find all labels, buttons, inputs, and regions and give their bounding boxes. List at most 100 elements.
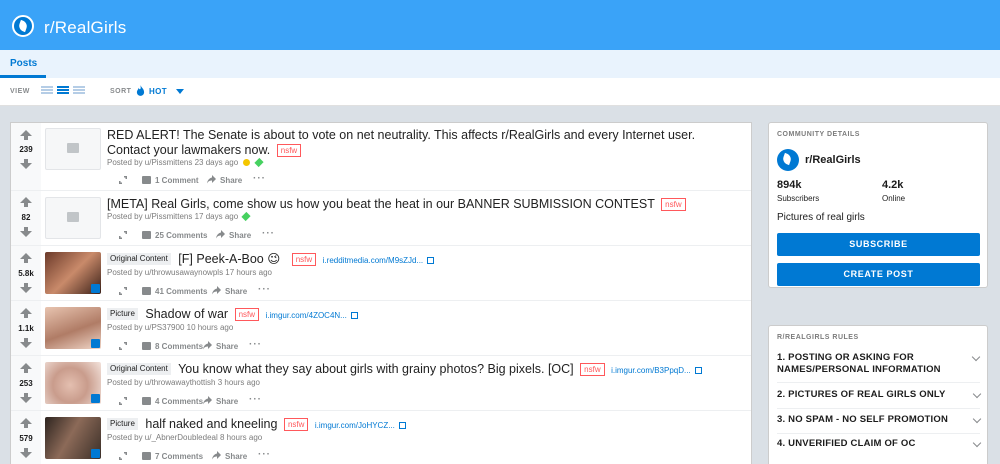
card-view-icon[interactable]: [41, 86, 53, 97]
upvote-icon[interactable]: [20, 308, 32, 318]
expand-icon[interactable]: [119, 287, 127, 295]
share-button[interactable]: Share: [220, 176, 242, 185]
community-logo-icon[interactable]: [777, 149, 799, 171]
post-flair[interactable]: Picture: [107, 418, 138, 430]
post-domain-link[interactable]: i.imgur.com/B3PpqD...: [611, 366, 691, 375]
external-link-icon[interactable]: [350, 312, 358, 319]
community-name[interactable]: r/RealGirls: [805, 154, 861, 166]
post-title[interactable]: You know what they say about girls with …: [178, 362, 574, 376]
more-options-icon[interactable]: ···: [258, 449, 271, 460]
create-post-button[interactable]: CREATE POST: [777, 263, 980, 286]
upvote-icon[interactable]: [20, 363, 32, 373]
more-options-icon[interactable]: ···: [258, 284, 271, 295]
text-post-thumbnail-icon[interactable]: [45, 128, 101, 170]
post-title[interactable]: [META] Real Girls, come show us how you …: [107, 197, 655, 211]
expand-icon[interactable]: [119, 176, 127, 184]
rule-item[interactable]: 3. NO SPAM - NO SELF PROMOTION: [777, 414, 982, 426]
post-title-block[interactable]: Original Content [F] Peek-A-Boo 😉 nsfw i…: [107, 252, 727, 268]
post-flair[interactable]: Original Content: [107, 253, 171, 265]
post-thumbnail[interactable]: [45, 252, 101, 294]
subreddit-logo-icon[interactable]: [12, 15, 34, 37]
post-title-block[interactable]: Picture Shadow of war nsfw i.imgur.com/4…: [107, 307, 727, 323]
vote-column: 1.1k: [11, 301, 41, 355]
upvote-icon[interactable]: [20, 253, 32, 263]
post-author-time[interactable]: Posted by u/throwusawaynowpls 17 hours a…: [107, 268, 272, 277]
expand-icon[interactable]: [119, 342, 127, 350]
chevron-down-icon[interactable]: [176, 89, 184, 94]
chevron-down-icon[interactable]: [972, 414, 982, 424]
more-options-icon[interactable]: ···: [249, 394, 262, 405]
post-thumbnail[interactable]: [45, 362, 101, 404]
rule-item[interactable]: 4. UNVERIFIED CLAIM OF OC: [777, 438, 982, 450]
classic-view-icon[interactable]: [57, 86, 69, 97]
post-domain-link[interactable]: i.redditmedia.com/M9sZJd...: [323, 256, 423, 265]
chevron-down-icon[interactable]: [972, 438, 982, 448]
more-options-icon[interactable]: ···: [253, 173, 266, 184]
external-link-icon[interactable]: [398, 422, 406, 429]
text-post-thumbnail-icon[interactable]: [45, 197, 101, 239]
post-thumbnail[interactable]: [45, 417, 101, 459]
comments-button[interactable]: 1 Comment: [155, 176, 199, 185]
share-button[interactable]: Share: [216, 397, 238, 406]
post-author-time[interactable]: Posted by u/PS37900 10 hours ago: [107, 323, 233, 332]
post-item[interactable]: 1.1k Picture Shadow of war nsfw i.imgur.…: [11, 301, 751, 356]
post-title-block[interactable]: RED ALERT! The Senate is about to vote o…: [107, 128, 727, 158]
post-title[interactable]: Shadow of war: [145, 307, 228, 321]
upvote-icon[interactable]: [20, 197, 32, 207]
subreddit-title[interactable]: r/RealGirls: [44, 18, 127, 38]
external-link-icon[interactable]: [427, 257, 435, 264]
post-author-time[interactable]: Posted by u/throwawaythottish 3 hours ag…: [107, 378, 260, 387]
comments-button[interactable]: 25 Comments: [155, 231, 207, 240]
post-title[interactable]: RED ALERT! The Senate is about to vote o…: [107, 128, 695, 157]
post-title[interactable]: [F] Peek-A-Boo 😉: [178, 252, 280, 266]
upvote-icon[interactable]: [20, 130, 32, 140]
expand-icon[interactable]: [119, 452, 127, 460]
vote-score: 82: [21, 213, 31, 222]
tab-posts[interactable]: Posts: [10, 58, 37, 69]
post-flair[interactable]: Original Content: [107, 363, 171, 375]
downvote-icon[interactable]: [20, 283, 32, 293]
downvote-icon[interactable]: [20, 448, 32, 458]
post-domain-link[interactable]: i.imgur.com/JoHYCZ...: [315, 421, 395, 430]
share-button[interactable]: Share: [225, 287, 247, 296]
post-thumbnail[interactable]: [45, 307, 101, 349]
post-flair[interactable]: Picture: [107, 308, 138, 320]
post-author-time[interactable]: Posted by u/Pissmittens 23 days ago: [107, 158, 238, 167]
post-item[interactable]: 253 Original Content You know what they …: [11, 356, 751, 411]
subscribe-button[interactable]: SUBSCRIBE: [777, 233, 980, 256]
share-button[interactable]: Share: [216, 342, 238, 351]
rule-item[interactable]: 2. PICTURES OF REAL GIRLS ONLY: [777, 389, 982, 401]
post-author-time[interactable]: Posted by u/Pissmittens 17 days ago: [107, 212, 238, 221]
chevron-down-icon[interactable]: [971, 352, 981, 362]
comments-button[interactable]: 4 Comments: [155, 397, 203, 406]
post-item[interactable]: 5.8k Original Content [F] Peek-A-Boo 😉 n…: [11, 246, 751, 301]
post-item[interactable]: 82 [META] Real Girls, come show us how y…: [11, 191, 751, 246]
comments-button[interactable]: 8 Comments: [155, 342, 203, 351]
expand-icon[interactable]: [119, 397, 127, 405]
comments-button[interactable]: 7 Comments: [155, 452, 203, 461]
expand-icon[interactable]: [119, 231, 127, 239]
downvote-icon[interactable]: [20, 338, 32, 348]
more-options-icon[interactable]: ···: [262, 228, 275, 239]
post-domain-link[interactable]: i.imgur.com/4ZOC4N...: [266, 311, 347, 320]
post-author-time[interactable]: Posted by u/_AbnerDoubledeal 8 hours ago: [107, 433, 262, 442]
external-link-icon[interactable]: [694, 367, 702, 374]
more-options-icon[interactable]: ···: [249, 339, 262, 350]
downvote-icon[interactable]: [20, 393, 32, 403]
post-title-block[interactable]: Picture half naked and kneeling nsfw i.i…: [107, 417, 727, 433]
share-button[interactable]: Share: [225, 452, 247, 461]
sort-value[interactable]: HOT: [149, 87, 167, 96]
downvote-icon[interactable]: [20, 227, 32, 237]
rule-item[interactable]: 1. POSTING OR ASKING FOR NAMES/PERSONAL …: [777, 352, 967, 376]
post-item[interactable]: 579 Picture half naked and kneeling nsfw…: [11, 411, 751, 464]
post-title-block[interactable]: [META] Real Girls, come show us how you …: [107, 197, 727, 212]
chevron-down-icon[interactable]: [972, 389, 982, 399]
downvote-icon[interactable]: [20, 159, 32, 169]
post-title-block[interactable]: Original Content You know what they say …: [107, 362, 727, 378]
post-title[interactable]: half naked and kneeling: [145, 417, 277, 431]
comments-button[interactable]: 41 Comments: [155, 287, 207, 296]
share-button[interactable]: Share: [229, 231, 251, 240]
compact-view-icon[interactable]: [73, 86, 85, 97]
post-item[interactable]: 239 RED ALERT! The Senate is about to vo…: [11, 123, 751, 191]
upvote-icon[interactable]: [20, 418, 32, 428]
